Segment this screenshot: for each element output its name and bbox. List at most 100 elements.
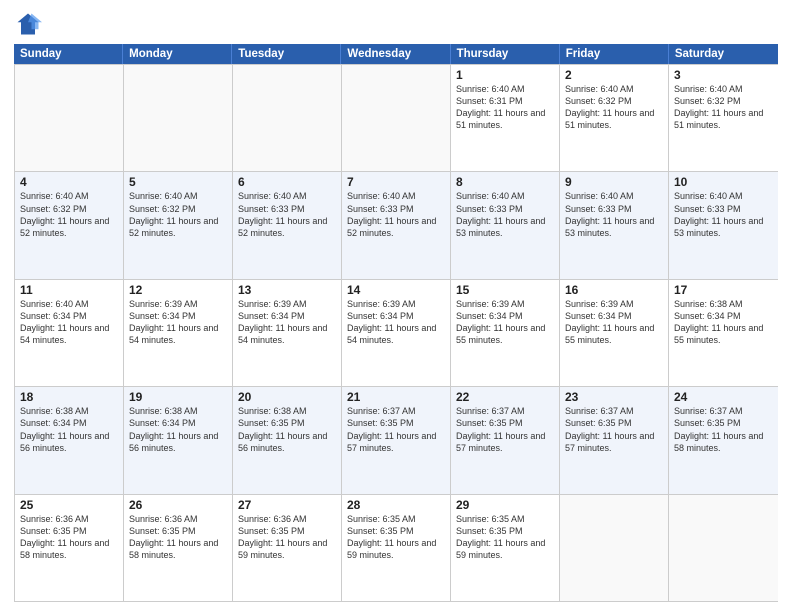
calendar-cell-4-0: 25Sunrise: 6:36 AMSunset: 6:35 PMDayligh… — [15, 495, 124, 601]
day-info: Sunrise: 6:40 AMSunset: 6:33 PMDaylight:… — [238, 190, 336, 239]
day-number: 7 — [347, 175, 445, 189]
calendar-cell-3-3: 21Sunrise: 6:37 AMSunset: 6:35 PMDayligh… — [342, 387, 451, 493]
calendar-cell-1-0: 4Sunrise: 6:40 AMSunset: 6:32 PMDaylight… — [15, 172, 124, 278]
day-number: 20 — [238, 390, 336, 404]
calendar-cell-1-6: 10Sunrise: 6:40 AMSunset: 6:33 PMDayligh… — [669, 172, 778, 278]
day-number: 5 — [129, 175, 227, 189]
day-number: 4 — [20, 175, 118, 189]
day-info: Sunrise: 6:36 AMSunset: 6:35 PMDaylight:… — [129, 513, 227, 562]
day-info: Sunrise: 6:36 AMSunset: 6:35 PMDaylight:… — [20, 513, 118, 562]
calendar-cell-2-4: 15Sunrise: 6:39 AMSunset: 6:34 PMDayligh… — [451, 280, 560, 386]
day-info: Sunrise: 6:36 AMSunset: 6:35 PMDaylight:… — [238, 513, 336, 562]
calendar-cell-0-5: 2Sunrise: 6:40 AMSunset: 6:32 PMDaylight… — [560, 65, 669, 171]
calendar-row-2: 11Sunrise: 6:40 AMSunset: 6:34 PMDayligh… — [15, 279, 778, 386]
day-number: 2 — [565, 68, 663, 82]
day-info: Sunrise: 6:40 AMSunset: 6:33 PMDaylight:… — [674, 190, 773, 239]
day-number: 18 — [20, 390, 118, 404]
calendar-cell-4-6 — [669, 495, 778, 601]
day-info: Sunrise: 6:40 AMSunset: 6:31 PMDaylight:… — [456, 83, 554, 132]
day-info: Sunrise: 6:40 AMSunset: 6:33 PMDaylight:… — [456, 190, 554, 239]
day-number: 29 — [456, 498, 554, 512]
day-number: 8 — [456, 175, 554, 189]
calendar-body: 1Sunrise: 6:40 AMSunset: 6:31 PMDaylight… — [14, 64, 778, 602]
calendar-cell-2-6: 17Sunrise: 6:38 AMSunset: 6:34 PMDayligh… — [669, 280, 778, 386]
header-day-monday: Monday — [123, 44, 232, 64]
calendar-cell-0-2 — [233, 65, 342, 171]
calendar-cell-2-1: 12Sunrise: 6:39 AMSunset: 6:34 PMDayligh… — [124, 280, 233, 386]
day-number: 13 — [238, 283, 336, 297]
day-info: Sunrise: 6:39 AMSunset: 6:34 PMDaylight:… — [238, 298, 336, 347]
day-info: Sunrise: 6:38 AMSunset: 6:35 PMDaylight:… — [238, 405, 336, 454]
calendar-cell-3-2: 20Sunrise: 6:38 AMSunset: 6:35 PMDayligh… — [233, 387, 342, 493]
calendar-header: SundayMondayTuesdayWednesdayThursdayFrid… — [14, 44, 778, 64]
calendar-cell-1-5: 9Sunrise: 6:40 AMSunset: 6:33 PMDaylight… — [560, 172, 669, 278]
day-number: 27 — [238, 498, 336, 512]
day-number: 17 — [674, 283, 773, 297]
day-info: Sunrise: 6:38 AMSunset: 6:34 PMDaylight:… — [20, 405, 118, 454]
day-number: 1 — [456, 68, 554, 82]
day-info: Sunrise: 6:37 AMSunset: 6:35 PMDaylight:… — [674, 405, 773, 454]
calendar-cell-4-2: 27Sunrise: 6:36 AMSunset: 6:35 PMDayligh… — [233, 495, 342, 601]
day-number: 26 — [129, 498, 227, 512]
calendar-cell-3-0: 18Sunrise: 6:38 AMSunset: 6:34 PMDayligh… — [15, 387, 124, 493]
calendar-row-0: 1Sunrise: 6:40 AMSunset: 6:31 PMDaylight… — [15, 64, 778, 171]
calendar: SundayMondayTuesdayWednesdayThursdayFrid… — [14, 44, 778, 602]
header — [14, 10, 778, 38]
day-info: Sunrise: 6:40 AMSunset: 6:33 PMDaylight:… — [565, 190, 663, 239]
day-number: 23 — [565, 390, 663, 404]
calendar-cell-4-1: 26Sunrise: 6:36 AMSunset: 6:35 PMDayligh… — [124, 495, 233, 601]
day-number: 24 — [674, 390, 773, 404]
day-number: 12 — [129, 283, 227, 297]
calendar-cell-1-1: 5Sunrise: 6:40 AMSunset: 6:32 PMDaylight… — [124, 172, 233, 278]
day-number: 3 — [674, 68, 773, 82]
day-info: Sunrise: 6:40 AMSunset: 6:32 PMDaylight:… — [129, 190, 227, 239]
day-number: 9 — [565, 175, 663, 189]
day-info: Sunrise: 6:40 AMSunset: 6:32 PMDaylight:… — [20, 190, 118, 239]
day-number: 28 — [347, 498, 445, 512]
day-info: Sunrise: 6:38 AMSunset: 6:34 PMDaylight:… — [674, 298, 773, 347]
calendar-cell-3-5: 23Sunrise: 6:37 AMSunset: 6:35 PMDayligh… — [560, 387, 669, 493]
header-day-saturday: Saturday — [669, 44, 778, 64]
day-info: Sunrise: 6:40 AMSunset: 6:33 PMDaylight:… — [347, 190, 445, 239]
calendar-cell-2-3: 14Sunrise: 6:39 AMSunset: 6:34 PMDayligh… — [342, 280, 451, 386]
day-info: Sunrise: 6:40 AMSunset: 6:34 PMDaylight:… — [20, 298, 118, 347]
header-day-friday: Friday — [560, 44, 669, 64]
day-info: Sunrise: 6:35 AMSunset: 6:35 PMDaylight:… — [347, 513, 445, 562]
day-number: 22 — [456, 390, 554, 404]
calendar-cell-0-3 — [342, 65, 451, 171]
calendar-cell-4-4: 29Sunrise: 6:35 AMSunset: 6:35 PMDayligh… — [451, 495, 560, 601]
calendar-cell-3-6: 24Sunrise: 6:37 AMSunset: 6:35 PMDayligh… — [669, 387, 778, 493]
day-info: Sunrise: 6:37 AMSunset: 6:35 PMDaylight:… — [565, 405, 663, 454]
day-info: Sunrise: 6:39 AMSunset: 6:34 PMDaylight:… — [347, 298, 445, 347]
calendar-cell-1-4: 8Sunrise: 6:40 AMSunset: 6:33 PMDaylight… — [451, 172, 560, 278]
calendar-cell-4-3: 28Sunrise: 6:35 AMSunset: 6:35 PMDayligh… — [342, 495, 451, 601]
logo-icon — [14, 10, 42, 38]
calendar-cell-2-0: 11Sunrise: 6:40 AMSunset: 6:34 PMDayligh… — [15, 280, 124, 386]
day-info: Sunrise: 6:39 AMSunset: 6:34 PMDaylight:… — [565, 298, 663, 347]
day-info: Sunrise: 6:40 AMSunset: 6:32 PMDaylight:… — [565, 83, 663, 132]
logo — [14, 10, 46, 38]
day-info: Sunrise: 6:39 AMSunset: 6:34 PMDaylight:… — [129, 298, 227, 347]
day-info: Sunrise: 6:39 AMSunset: 6:34 PMDaylight:… — [456, 298, 554, 347]
day-number: 11 — [20, 283, 118, 297]
calendar-cell-2-2: 13Sunrise: 6:39 AMSunset: 6:34 PMDayligh… — [233, 280, 342, 386]
day-info: Sunrise: 6:38 AMSunset: 6:34 PMDaylight:… — [129, 405, 227, 454]
calendar-cell-0-1 — [124, 65, 233, 171]
calendar-row-1: 4Sunrise: 6:40 AMSunset: 6:32 PMDaylight… — [15, 171, 778, 278]
day-info: Sunrise: 6:35 AMSunset: 6:35 PMDaylight:… — [456, 513, 554, 562]
header-day-wednesday: Wednesday — [341, 44, 450, 64]
header-day-thursday: Thursday — [451, 44, 560, 64]
calendar-row-3: 18Sunrise: 6:38 AMSunset: 6:34 PMDayligh… — [15, 386, 778, 493]
calendar-cell-1-2: 6Sunrise: 6:40 AMSunset: 6:33 PMDaylight… — [233, 172, 342, 278]
calendar-cell-3-1: 19Sunrise: 6:38 AMSunset: 6:34 PMDayligh… — [124, 387, 233, 493]
calendar-cell-0-4: 1Sunrise: 6:40 AMSunset: 6:31 PMDaylight… — [451, 65, 560, 171]
day-number: 6 — [238, 175, 336, 189]
calendar-cell-0-0 — [15, 65, 124, 171]
day-info: Sunrise: 6:37 AMSunset: 6:35 PMDaylight:… — [347, 405, 445, 454]
header-day-sunday: Sunday — [14, 44, 123, 64]
day-info: Sunrise: 6:37 AMSunset: 6:35 PMDaylight:… — [456, 405, 554, 454]
calendar-cell-4-5 — [560, 495, 669, 601]
day-number: 10 — [674, 175, 773, 189]
day-number: 15 — [456, 283, 554, 297]
page: SundayMondayTuesdayWednesdayThursdayFrid… — [0, 0, 792, 612]
